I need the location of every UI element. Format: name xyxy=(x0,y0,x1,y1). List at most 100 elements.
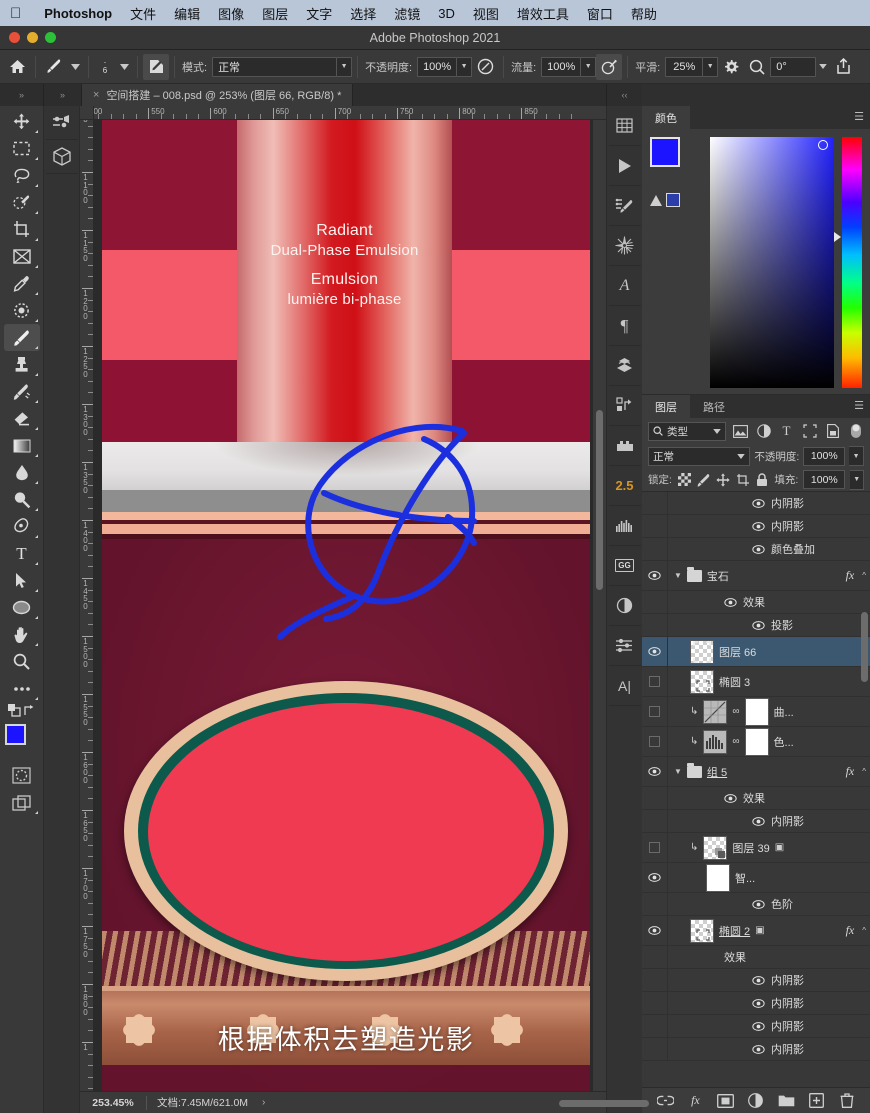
visibility-toggle-off[interactable] xyxy=(649,842,660,853)
paragraph-icon[interactable]: ¶ xyxy=(608,306,641,346)
curves-adjustment-thumbnail[interactable] xyxy=(703,699,728,724)
swap-colors-icon[interactable] xyxy=(23,704,36,717)
visibility-icon[interactable] xyxy=(752,816,765,826)
type-filter-icon[interactable]: T xyxy=(778,422,795,441)
layer-thumbnail[interactable] xyxy=(690,639,714,664)
close-window-button[interactable] xyxy=(9,32,20,43)
layer-effect-row[interactable]: 内阴影 xyxy=(642,992,870,1015)
shape-filter-icon[interactable] xyxy=(801,422,818,441)
close-icon[interactable]: × xyxy=(93,89,99,101)
gamut-warning-row[interactable] xyxy=(650,193,702,207)
layer-fx-badge[interactable]: fx xyxy=(846,568,855,583)
eraser-tool[interactable] xyxy=(4,405,40,432)
default-colors-icon[interactable] xyxy=(7,703,21,717)
visibility-icon[interactable] xyxy=(648,647,661,656)
lasso-tool[interactable] xyxy=(4,162,40,189)
chevron-down-icon[interactable]: ▼ xyxy=(674,571,682,580)
scrollbar-thumb[interactable] xyxy=(559,1099,650,1107)
chevron-down-icon[interactable] xyxy=(713,428,721,434)
edit-toolbar-button[interactable] xyxy=(4,675,40,702)
effect-visibility-icon[interactable] xyxy=(752,521,765,531)
lock-artboard-icon[interactable] xyxy=(735,472,750,488)
visibility-toggle-off[interactable] xyxy=(649,706,660,717)
chevron-down-icon[interactable]: ▼ xyxy=(850,469,865,490)
layer-mask-thumbnail[interactable] xyxy=(744,697,769,726)
visibility-toggle-off[interactable] xyxy=(649,676,660,687)
delete-layer-icon[interactable] xyxy=(837,1091,857,1111)
panel-menu-icon[interactable]: ☰ xyxy=(854,401,864,412)
layer-effect-row[interactable]: 内阴影 xyxy=(642,969,870,992)
layer-thumbnail[interactable] xyxy=(690,669,714,694)
layer-visibility-cell[interactable] xyxy=(642,667,668,696)
angle-input[interactable]: 0° xyxy=(770,56,817,77)
visibility-toggle-off[interactable] xyxy=(649,736,660,747)
gear-icon[interactable] xyxy=(718,54,744,80)
brush-preset-caret[interactable] xyxy=(67,54,83,80)
visibility-icon[interactable] xyxy=(724,597,737,607)
link-layers-icon[interactable] xyxy=(655,1091,675,1111)
layer-effect-row[interactable]: 颜色叠加 xyxy=(642,538,870,561)
properties-icon[interactable] xyxy=(608,626,641,666)
smoothing-input[interactable]: 25% ▼ xyxy=(665,56,719,77)
layer-filter-select[interactable]: 类型 xyxy=(648,421,726,441)
new-layer-icon[interactable] xyxy=(807,1091,827,1111)
layer-group-row[interactable]: ▼ 宝石 fx ^ xyxy=(642,561,870,591)
color-panel-swatch-pair[interactable] xyxy=(650,137,698,183)
layer-effect-row[interactable]: 内阴影 xyxy=(642,515,870,538)
eyedropper-tool[interactable] xyxy=(4,270,40,297)
layer-visibility-cell[interactable] xyxy=(642,727,668,756)
brush-size-caret[interactable] xyxy=(116,54,132,80)
menu-item-window[interactable]: 窗口 xyxy=(578,4,622,23)
menu-item-help[interactable]: 帮助 xyxy=(622,4,666,23)
menu-item-select[interactable]: 选择 xyxy=(341,4,385,23)
filter-toggle-icon[interactable] xyxy=(847,422,864,441)
lock-image-icon[interactable] xyxy=(696,472,711,488)
chevron-down-icon[interactable]: ▼ xyxy=(337,56,353,77)
chevron-up-icon[interactable]: ^ xyxy=(862,926,866,935)
3d-cube-icon[interactable] xyxy=(45,140,78,174)
angle-caret[interactable] xyxy=(816,54,830,80)
artboard-area[interactable]: Radiant Dual-Phase Emulsion Emulsion lum… xyxy=(94,120,593,1091)
add-style-icon[interactable]: fx xyxy=(685,1091,705,1111)
window-controls[interactable] xyxy=(0,32,56,43)
layer-visibility-cell[interactable] xyxy=(642,757,668,786)
gradient-tool[interactable] xyxy=(4,432,40,459)
flow-input[interactable]: 100% ▼ xyxy=(541,56,597,77)
home-icon[interactable] xyxy=(4,54,30,80)
visibility-icon[interactable] xyxy=(752,975,765,985)
panel-menu-icon[interactable]: ☰ xyxy=(854,112,864,123)
history-brush-tool[interactable] xyxy=(4,378,40,405)
document-tab[interactable]: × 空间搭建 – 008.psd @ 253% (图层 66, RGB/8) * xyxy=(82,84,354,106)
visibility-icon[interactable] xyxy=(752,899,765,909)
dodge-tool[interactable] xyxy=(4,486,40,513)
healing-brush-tool[interactable] xyxy=(4,297,40,324)
ellipse-tool[interactable] xyxy=(4,594,40,621)
marquee-tool[interactable] xyxy=(4,135,40,162)
layer-link-icon[interactable]: ∞ xyxy=(732,736,739,747)
layer-row[interactable]: ↳ ∞ 曲... xyxy=(642,697,870,727)
layer-row[interactable]: ↳ ∞ 色... xyxy=(642,727,870,757)
layer-row[interactable]: ↳ 图层 39 ▣ xyxy=(642,833,870,863)
layer-visibility-cell[interactable] xyxy=(642,916,668,945)
color-field[interactable] xyxy=(710,137,834,388)
opacity-input[interactable]: 100% ▼ xyxy=(417,56,473,77)
brush-tool[interactable] xyxy=(3,324,40,351)
ruler-corner[interactable] xyxy=(80,106,94,120)
chevron-down-icon[interactable]: ▼ xyxy=(457,56,473,77)
lock-all-icon[interactable] xyxy=(755,472,770,488)
adjustment-filter-icon[interactable] xyxy=(755,422,772,441)
quick-selection-tool[interactable] xyxy=(4,189,40,216)
chevron-up-icon[interactable]: ^ xyxy=(862,767,866,776)
chevron-down-icon[interactable]: ▼ xyxy=(674,767,682,776)
canvas-vertical-scrollbar[interactable] xyxy=(593,120,606,1091)
layer-list[interactable]: 内阴影 内阴影 颜色叠加 ▼ 宝石 fx ^ 效果 投影 图层 66 椭圆 3 ↳ ∞ 曲... ↳ ∞ 色..… xyxy=(642,492,870,1087)
hue-slider[interactable] xyxy=(834,137,862,388)
actions-icon[interactable] xyxy=(608,386,641,426)
layer-link-icon[interactable]: ∞ xyxy=(732,706,739,717)
menu-item-image[interactable]: 图像 xyxy=(209,4,253,23)
effect-visibility-icon[interactable] xyxy=(752,1044,765,1054)
screen-mode-icon[interactable] xyxy=(4,789,40,816)
layer-effect-row[interactable]: 效果 xyxy=(642,946,870,969)
document-canvas[interactable]: Radiant Dual-Phase Emulsion Emulsion lum… xyxy=(102,120,590,1091)
tab-color[interactable]: 颜色 xyxy=(642,106,690,129)
